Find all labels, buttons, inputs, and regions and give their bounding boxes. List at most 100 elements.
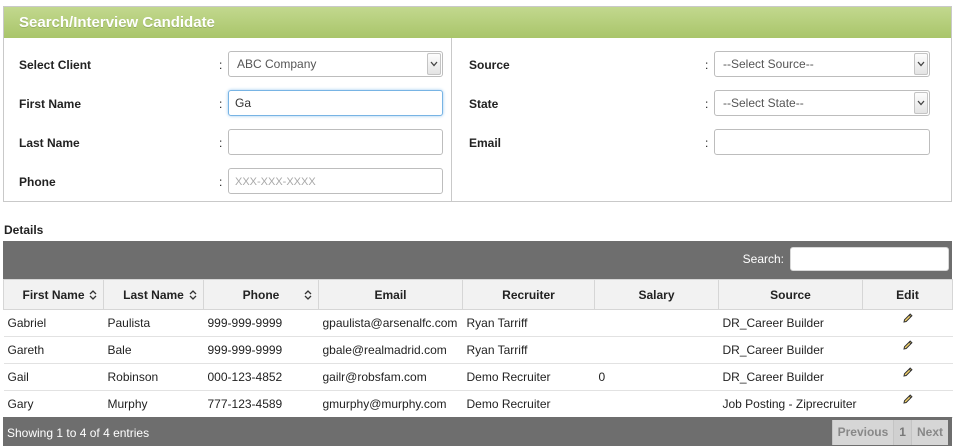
last-name-input[interactable] — [228, 129, 443, 155]
state-select-value: --Select State-- — [723, 96, 804, 110]
cell-source: Job Posting - Ziprecruiter — [718, 390, 863, 418]
form-row-last-name: Last Name : — [4, 129, 451, 155]
first-name-input[interactable]: Ga — [228, 90, 443, 116]
sort-both-icon — [304, 290, 312, 300]
column-header-edit: Edit — [862, 279, 953, 310]
colon: : — [705, 97, 709, 111]
client-label: Select Client — [19, 58, 92, 72]
cell-last-name: Robinson — [103, 363, 204, 391]
previous-page-button[interactable]: Previous — [831, 420, 894, 445]
cell-recruiter: Ryan Tarriff — [462, 336, 595, 364]
chevron-down-icon — [914, 92, 928, 114]
column-header-first-name[interactable]: First Name — [3, 279, 104, 310]
table-row: Gary Murphy 777-123-4589 gmurphy@murphy.… — [3, 390, 953, 418]
cell-edit — [862, 336, 953, 364]
colon: : — [219, 136, 223, 150]
colon: : — [219, 175, 223, 189]
phone-label: Phone — [19, 175, 56, 189]
cell-source: DR_Career Builder — [718, 363, 863, 391]
first-name-value: Ga — [235, 96, 252, 110]
next-page-button[interactable]: Next — [910, 420, 948, 445]
colon: : — [219, 97, 223, 111]
table-row: Gareth Bale 999-999-9999 gbale@realmadri… — [3, 336, 953, 364]
candidates-table: First Name Last Name Phone Email Recruit… — [3, 279, 953, 418]
cell-salary — [594, 309, 719, 337]
cell-first-name: Gail — [3, 363, 104, 391]
email-label: Email — [469, 136, 502, 150]
sort-both-icon — [189, 290, 197, 300]
column-header-salary[interactable]: Salary — [594, 279, 719, 310]
table-footer: Showing 1 to 4 of 4 entries Previous 1 N… — [3, 417, 952, 446]
table-row: Gabriel Paulista 999-999-9999 gpaulista@… — [3, 309, 953, 337]
table-info: Showing 1 to 4 of 4 entries — [7, 426, 150, 440]
pencil-icon[interactable] — [902, 366, 914, 381]
search-candidate-panel: Search/Interview Candidate Select Client… — [3, 6, 952, 202]
source-select[interactable]: --Select Source-- — [714, 51, 930, 77]
cell-edit — [862, 309, 953, 337]
pencil-icon[interactable] — [902, 393, 914, 408]
cell-email: gbale@realmadrid.com — [318, 336, 463, 364]
cell-source: DR_Career Builder — [718, 309, 863, 337]
state-select[interactable]: --Select State-- — [714, 90, 930, 116]
panel-title: Search/Interview Candidate — [4, 7, 951, 38]
page-1-button[interactable]: 1 — [893, 420, 911, 445]
table-row: Gail Robinson 000-123-4852 gailr@robsfam… — [3, 363, 953, 391]
pencil-icon[interactable] — [902, 312, 914, 327]
first-name-label: First Name — [19, 97, 82, 111]
cell-recruiter: Demo Recruiter — [462, 390, 595, 418]
cell-salary — [594, 336, 719, 364]
column-header-phone[interactable]: Phone — [203, 279, 319, 310]
source-label: Source — [469, 58, 510, 72]
sort-both-icon — [89, 290, 97, 300]
table-header-row: First Name Last Name Phone Email Recruit… — [3, 279, 953, 310]
form-row-state: State : --Select State-- — [452, 90, 952, 116]
state-label: State — [469, 97, 499, 111]
colon: : — [705, 58, 709, 72]
column-header-recruiter[interactable]: Recruiter — [462, 279, 595, 310]
column-header-email[interactable]: Email — [318, 279, 463, 310]
cell-email: gmurphy@murphy.com — [318, 390, 463, 418]
cell-email: gpaulista@arsenalfc.com — [318, 309, 463, 337]
cell-first-name: Gareth — [3, 336, 104, 364]
phone-input[interactable]: XXX-XXX-XXXX — [228, 168, 443, 194]
client-select[interactable]: ABC Company — [228, 51, 443, 77]
column-header-source[interactable]: Source — [718, 279, 863, 310]
cell-source: DR_Career Builder — [718, 336, 863, 364]
cell-phone: 777-123-4589 — [203, 390, 319, 418]
pencil-icon[interactable] — [902, 339, 914, 354]
cell-edit — [862, 390, 953, 418]
cell-recruiter: Demo Recruiter — [462, 363, 595, 391]
client-select-value: ABC Company — [237, 57, 317, 71]
cell-last-name: Bale — [103, 336, 204, 364]
colon: : — [705, 136, 709, 150]
chevron-down-icon — [427, 53, 441, 75]
search-label: Search: — [742, 252, 784, 266]
last-name-label: Last Name — [19, 136, 80, 150]
form-row-source: Source : --Select Source-- — [452, 51, 952, 77]
cell-phone: 000-123-4852 — [203, 363, 319, 391]
details-heading: Details — [4, 223, 44, 237]
pagination: Previous 1 Next — [831, 420, 948, 445]
cell-last-name: Murphy — [103, 390, 204, 418]
cell-recruiter: Ryan Tarriff — [462, 309, 595, 337]
cell-phone: 999-999-9999 — [203, 336, 319, 364]
cell-first-name: Gabriel — [3, 309, 104, 337]
email-input[interactable] — [714, 129, 930, 155]
cell-last-name: Paulista — [103, 309, 204, 337]
form-row-email: Email : — [452, 129, 952, 155]
chevron-down-icon — [914, 53, 928, 75]
cell-first-name: Gary — [3, 390, 104, 418]
form-row-phone: Phone : XXX-XXX-XXXX — [4, 168, 451, 194]
cell-edit — [862, 363, 953, 391]
column-header-last-name[interactable]: Last Name — [103, 279, 204, 310]
cell-salary — [594, 390, 719, 418]
cell-phone: 999-999-9999 — [203, 309, 319, 337]
form-row-first-name: First Name : Ga — [4, 90, 451, 116]
phone-placeholder: XXX-XXX-XXXX — [235, 176, 316, 188]
colon: : — [219, 58, 223, 72]
table-search-input[interactable] — [790, 247, 949, 271]
cell-email: gailr@robsfam.com — [318, 363, 463, 391]
source-select-value: --Select Source-- — [723, 57, 814, 71]
form-row-client: Select Client : ABC Company — [4, 51, 451, 77]
table-toolbar: Search: — [3, 241, 952, 279]
